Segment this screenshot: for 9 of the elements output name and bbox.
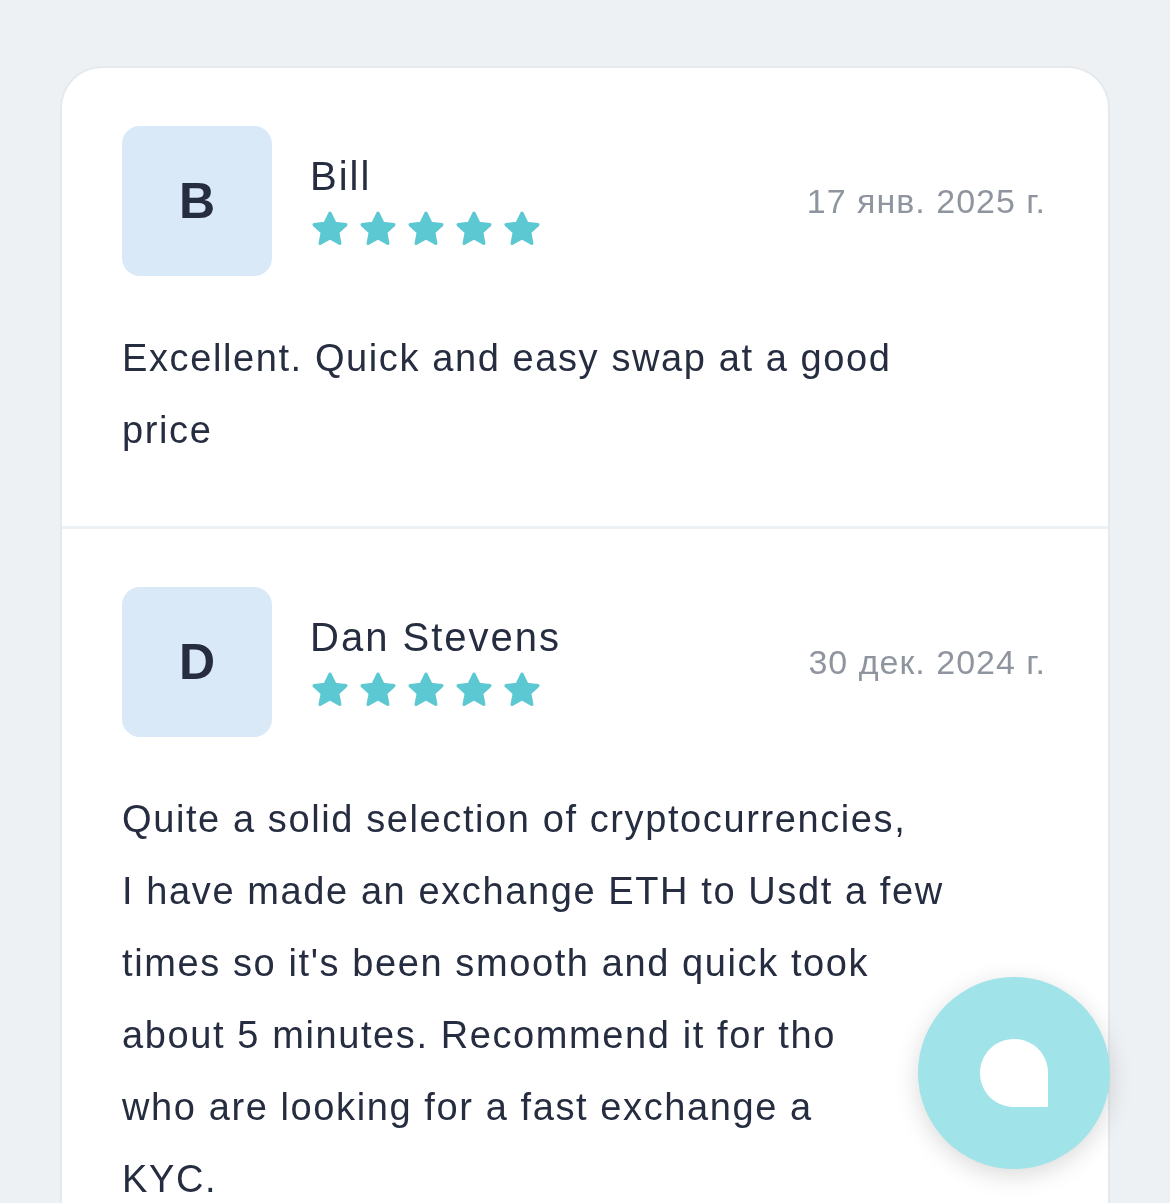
- review-text: Quite a solid selection of cryptocurrencies, I have made an exchange ETH to Usdt a few times so it's been smooth and quick took about 5 minutes. Recommend it for tho who are looking for a fast exchange a KYC.: [122, 797, 944, 1202]
- review-date: 30 дек. 2024 г.: [808, 642, 1046, 682]
- review-text: Excellent. Quick and easy swap at a good price: [122, 336, 892, 453]
- reviewer-name: Dan Stevens: [310, 614, 563, 660]
- avatar: D: [122, 587, 272, 737]
- chat-bubble-icon: [978, 1037, 1050, 1109]
- avatar: B: [122, 126, 272, 276]
- reviewer-name: Bill: [310, 153, 373, 199]
- review-date: 17 янв. 2025 г.: [806, 181, 1046, 221]
